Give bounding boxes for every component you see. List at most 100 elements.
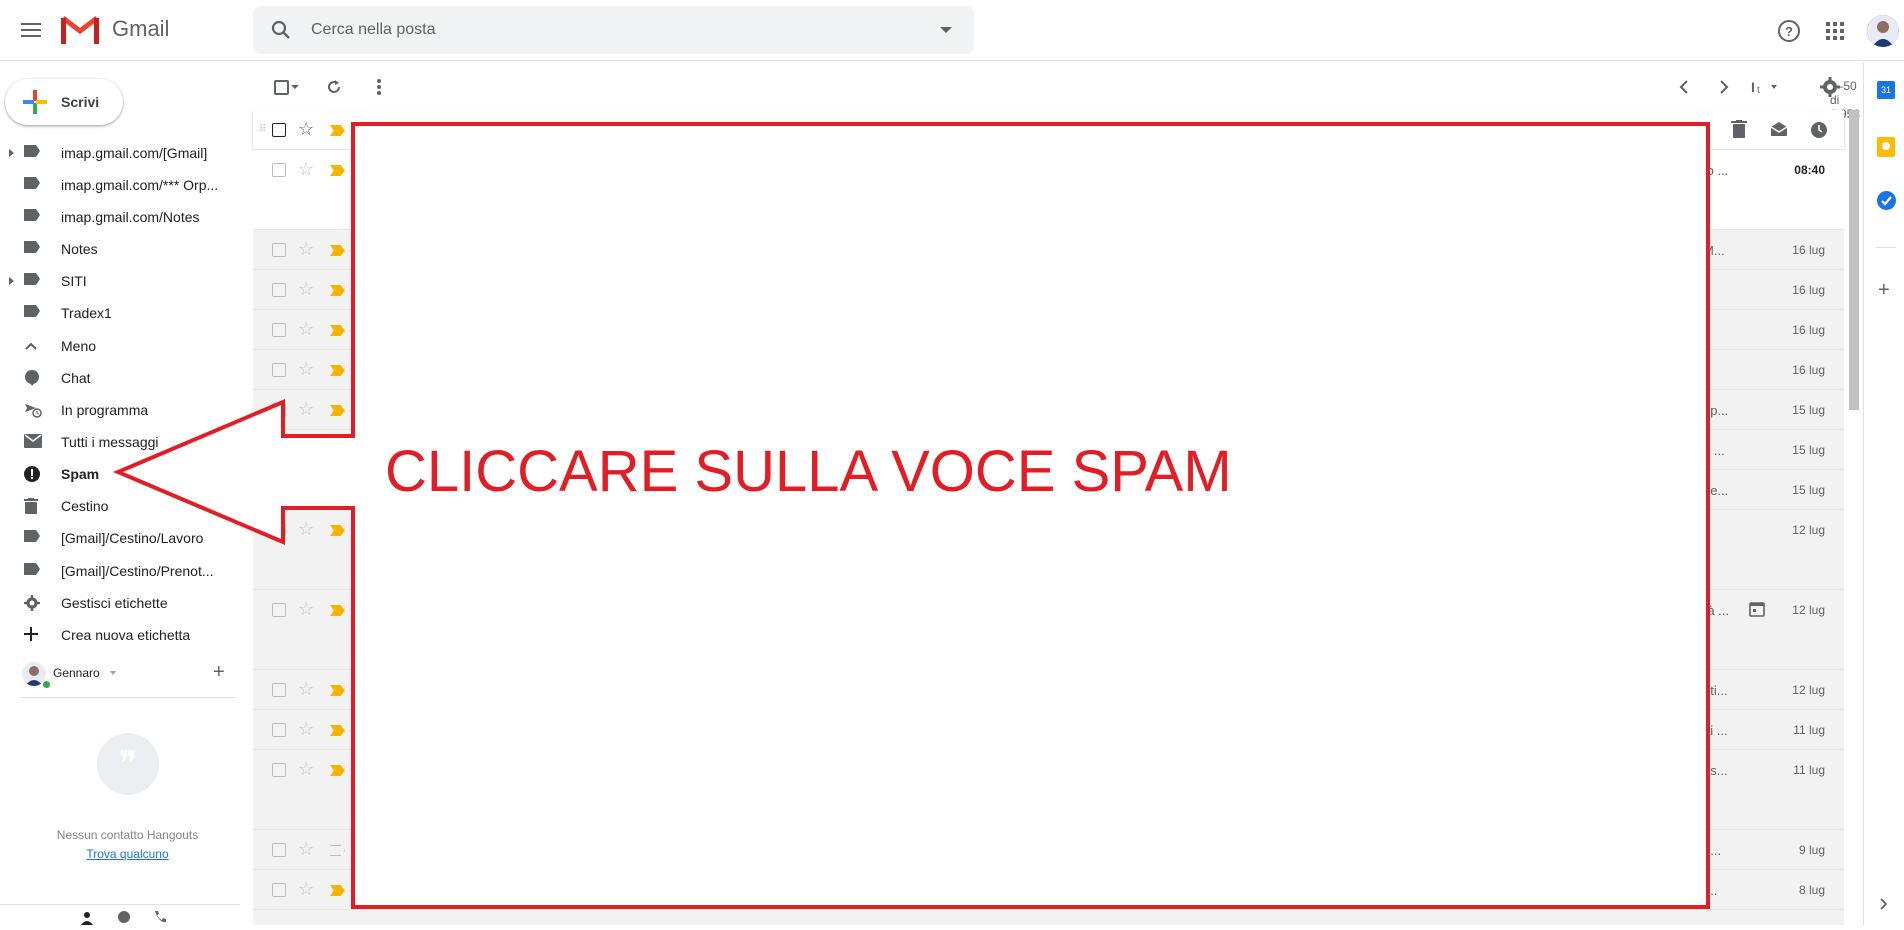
more-options-icon[interactable] [368, 76, 390, 98]
account-avatar[interactable] [1867, 15, 1899, 47]
calendar-icon[interactable]: 31 [1877, 81, 1895, 99]
newer-page-icon[interactable] [1673, 76, 1695, 98]
star-icon[interactable]: ☆ [298, 880, 314, 898]
settings-gear-icon[interactable] [1819, 76, 1841, 98]
important-marker-icon[interactable] [330, 125, 345, 136]
find-someone-link[interactable]: Trova qualcuno [40, 847, 215, 861]
important-marker-icon[interactable] [330, 365, 345, 376]
expand-caret-icon[interactable] [9, 149, 14, 157]
star-icon[interactable]: ☆ [298, 760, 314, 778]
add-addon-icon[interactable]: + [1878, 280, 1890, 300]
input-tools-icon[interactable]: It [1750, 76, 1782, 98]
hamburger-icon [21, 23, 41, 37]
sidebar-item-imap-gmail-com-orp[interactable]: imap.gmail.com/*** Orp... [0, 170, 240, 200]
side-panel: 31 + [1863, 62, 1904, 925]
help-icon[interactable]: ? [1775, 17, 1803, 45]
sidebar-item-imap-gmail-com-gmail[interactable]: imap.gmail.com/[Gmail] [0, 138, 240, 168]
sidebar-item-gmail-cestino-prenot[interactable]: [Gmail]/Cestino/Prenot... [0, 556, 240, 586]
collapse-panel-icon[interactable] [1880, 897, 1888, 915]
hangouts-user[interactable]: Gennaro + [20, 661, 240, 690]
important-marker-icon[interactable] [330, 725, 345, 736]
mark-read-icon[interactable] [1770, 121, 1788, 142]
sidebar-item-meno[interactable]: Meno [0, 331, 240, 361]
mail-toolbar: 1–50 di 1.958 It [253, 62, 1863, 121]
select-menu-caret-icon[interactable] [289, 76, 301, 98]
important-marker-icon[interactable] [330, 245, 345, 256]
add-contact-icon[interactable]: + [213, 661, 225, 684]
star-icon[interactable]: ☆ [298, 720, 314, 738]
older-page-icon[interactable] [1713, 76, 1735, 98]
important-marker-icon[interactable] [330, 845, 345, 856]
sidebar-item-label: imap.gmail.com/Notes [61, 209, 200, 225]
svg-text:?: ? [1785, 24, 1793, 39]
person-icon[interactable] [80, 911, 94, 930]
star-icon[interactable]: ☆ [298, 360, 314, 378]
sidebar-item-siti[interactable]: SITI [0, 266, 240, 296]
row-checkbox[interactable] [272, 123, 286, 137]
important-marker-icon[interactable] [330, 685, 345, 696]
keep-icon[interactable] [1877, 137, 1895, 157]
search-icon[interactable] [270, 19, 292, 46]
row-checkbox[interactable] [272, 723, 286, 737]
phone-icon[interactable] [153, 910, 167, 929]
email-date: 16 lug [1792, 243, 1825, 257]
star-icon[interactable]: ☆ [298, 600, 314, 618]
compose-button[interactable]: Scrivi [5, 79, 123, 125]
row-checkbox[interactable] [272, 363, 286, 377]
sidebar-item-notes[interactable]: Notes [0, 234, 240, 264]
star-icon[interactable]: ☆ [298, 240, 314, 258]
tasks-icon[interactable] [1877, 191, 1896, 210]
row-checkbox[interactable] [272, 243, 286, 257]
row-checkbox[interactable] [272, 603, 286, 617]
important-marker-icon[interactable] [330, 605, 345, 616]
star-icon[interactable]: ☆ [298, 120, 314, 138]
star-icon[interactable]: ☆ [298, 840, 314, 858]
email-date: 12 lug [1792, 683, 1825, 697]
star-icon[interactable]: ☆ [298, 320, 314, 338]
important-marker-icon[interactable] [330, 165, 345, 176]
row-checkbox[interactable] [272, 163, 286, 177]
scrollbar-thumb[interactable] [1849, 110, 1859, 410]
refresh-icon[interactable] [323, 76, 345, 98]
expand-caret-icon[interactable] [9, 277, 14, 285]
search-options-icon[interactable] [940, 27, 952, 33]
sidebar-item-label: Notes [61, 241, 98, 257]
drag-handle-icon[interactable]: ⠿ [259, 124, 266, 135]
chat-icon [24, 370, 42, 386]
important-marker-icon[interactable] [330, 885, 345, 896]
spam-icon [24, 466, 42, 482]
sidebar-item-tradex1[interactable]: Tradex1 [0, 298, 240, 328]
apps-grid-icon[interactable] [1821, 17, 1849, 45]
row-checkbox[interactable] [272, 283, 286, 297]
search-bar[interactable]: Cerca nella posta [253, 6, 974, 54]
important-marker-icon[interactable] [330, 765, 345, 776]
search-input[interactable]: Cerca nella posta [311, 21, 436, 39]
gmail-logo[interactable] [60, 14, 104, 48]
important-marker-icon[interactable] [330, 325, 345, 336]
main-menu-button[interactable] [17, 17, 47, 43]
star-icon[interactable]: ☆ [298, 280, 314, 298]
annotation-box [351, 122, 1710, 909]
row-checkbox[interactable] [272, 883, 286, 897]
archive-trash-icon[interactable] [1731, 120, 1747, 143]
sidebar-item-gestisci-etichette[interactable]: Gestisci etichette [0, 588, 240, 618]
email-date: 12 lug [1792, 603, 1825, 617]
snooze-clock-icon[interactable] [1810, 121, 1828, 144]
row-checkbox[interactable] [272, 763, 286, 777]
sidebar-item-label: imap.gmail.com/*** Orp... [61, 177, 219, 193]
star-icon[interactable]: ☆ [298, 680, 314, 698]
important-marker-icon[interactable] [330, 285, 345, 296]
sidebar-item-crea-nuova-etichetta[interactable]: Crea nuova etichetta [0, 620, 240, 650]
sidebar-item-chat[interactable]: Chat [0, 363, 240, 393]
star-icon[interactable]: ☆ [298, 160, 314, 178]
label-icon [24, 145, 42, 161]
email-date: 8 lug [1798, 883, 1825, 897]
row-checkbox[interactable] [272, 323, 286, 337]
row-checkbox[interactable] [272, 843, 286, 857]
row-checkbox[interactable] [272, 683, 286, 697]
user-menu-caret-icon[interactable] [110, 671, 116, 675]
sidebar-item-imap-gmail-com-notes[interactable]: imap.gmail.com/Notes [0, 202, 240, 232]
calendar-event-icon[interactable] [1749, 601, 1765, 622]
user-name: Gennaro [53, 666, 100, 680]
chat-bubble-icon[interactable] [117, 910, 131, 929]
